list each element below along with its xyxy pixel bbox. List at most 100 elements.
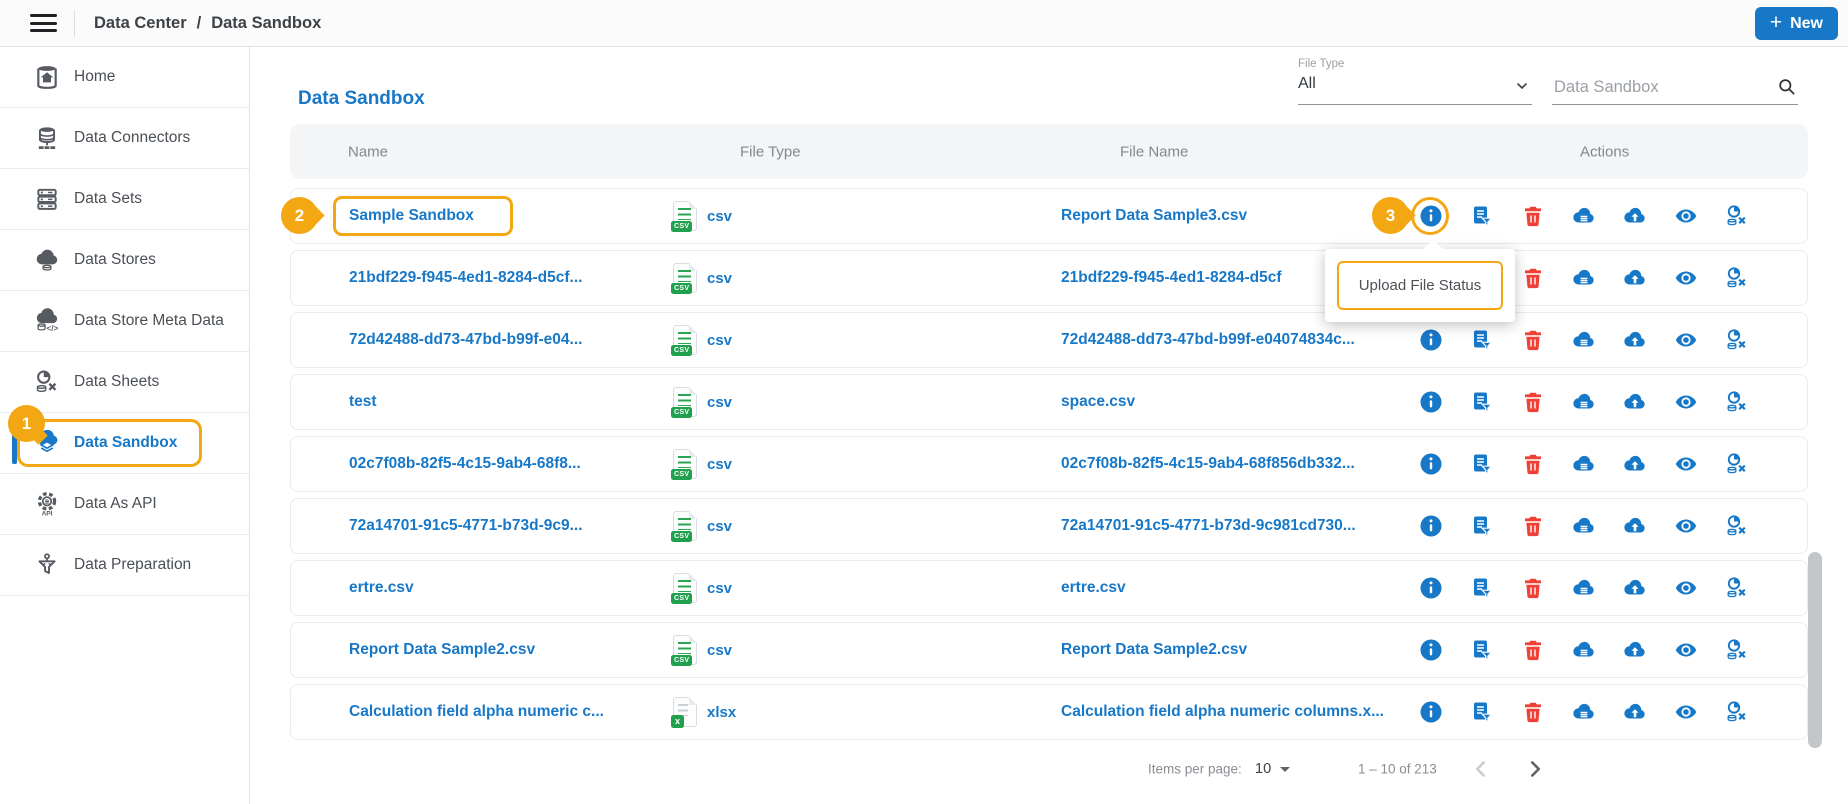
table-header: Name File Type File Name Actions	[290, 124, 1808, 179]
next-page-button[interactable]	[1522, 756, 1548, 782]
source-file-link[interactable]: Report Data Sample2.csv	[1061, 641, 1247, 659]
file-name-link[interactable]: 72d42488-dd73-47bd-b99f-e04...	[349, 331, 582, 349]
source-file-link[interactable]: ertre.csv	[1061, 579, 1126, 597]
view-icon[interactable]	[1674, 638, 1698, 662]
file-log-icon[interactable]	[1470, 638, 1494, 662]
data-store-icon[interactable]	[1572, 390, 1596, 414]
delete-icon[interactable]	[1521, 514, 1545, 538]
file-name-link[interactable]: 02c7f08b-82f5-4c15-9ab4-68f8...	[349, 455, 581, 473]
data-store-icon[interactable]	[1572, 266, 1596, 290]
upload-icon[interactable]	[1623, 514, 1647, 538]
data-sheet-icon[interactable]	[1725, 452, 1749, 476]
view-icon[interactable]	[1674, 700, 1698, 724]
file-log-icon[interactable]	[1470, 390, 1494, 414]
info-icon[interactable]	[1419, 576, 1443, 600]
file-name-link[interactable]: ertre.csv	[349, 579, 414, 597]
sidebar-item-data-preparation[interactable]: Data Preparation	[0, 535, 249, 596]
delete-icon[interactable]	[1521, 452, 1545, 476]
delete-icon[interactable]	[1521, 328, 1545, 352]
data-store-icon[interactable]	[1572, 576, 1596, 600]
data-sheet-icon[interactable]	[1725, 390, 1749, 414]
file-type-select[interactable]: File Type All	[1298, 55, 1532, 105]
file-log-icon[interactable]	[1470, 514, 1494, 538]
table-row: Report Data Sample2.csv CSV csv Report D…	[290, 622, 1808, 678]
file-log-icon[interactable]	[1470, 576, 1494, 600]
delete-icon[interactable]	[1521, 700, 1545, 724]
scrollbar-thumb[interactable]	[1808, 552, 1822, 748]
sidebar-item-home[interactable]: Home	[0, 47, 249, 108]
upload-icon[interactable]	[1623, 328, 1647, 352]
upload-icon[interactable]	[1623, 576, 1647, 600]
source-file-link[interactable]: 72a14701-91c5-4771-b73d-9c981cd730...	[1061, 517, 1356, 535]
file-name-link[interactable]: Calculation field alpha numeric c...	[349, 703, 604, 721]
info-icon[interactable]	[1419, 514, 1443, 538]
view-icon[interactable]	[1674, 390, 1698, 414]
file-log-icon[interactable]	[1470, 452, 1494, 476]
search-icon[interactable]	[1777, 77, 1796, 96]
file-name-link[interactable]: 21bdf229-f945-4ed1-8284-d5cf...	[349, 269, 582, 287]
previous-page-button[interactable]	[1468, 756, 1494, 782]
data-store-icon[interactable]	[1572, 700, 1596, 724]
info-icon[interactable]	[1419, 638, 1443, 662]
data-sheet-icon[interactable]	[1725, 700, 1749, 724]
hamburger-menu-icon[interactable]	[30, 10, 57, 37]
file-name-link[interactable]: 72a14701-91c5-4771-b73d-9c9...	[349, 517, 583, 535]
data-store-icon[interactable]	[1572, 328, 1596, 352]
source-file-link[interactable]: 72d42488-dd73-47bd-b99f-e04074834c...	[1061, 331, 1355, 349]
file-log-icon[interactable]	[1470, 328, 1494, 352]
upload-icon[interactable]	[1623, 700, 1647, 724]
info-icon[interactable]	[1419, 204, 1443, 228]
view-icon[interactable]	[1674, 328, 1698, 352]
upload-icon[interactable]	[1623, 390, 1647, 414]
sidebar-item-data-connectors[interactable]: Data Connectors	[0, 108, 249, 169]
file-log-icon[interactable]	[1470, 700, 1494, 724]
source-file-link[interactable]: 21bdf229-f945-4ed1-8284-d5cf	[1061, 269, 1282, 287]
upload-icon[interactable]	[1623, 266, 1647, 290]
delete-icon[interactable]	[1521, 638, 1545, 662]
file-type-label: csv	[707, 269, 733, 287]
sidebar-item-data-as-api[interactable]: API Data As API	[0, 474, 249, 535]
sidebar-item-data-sets[interactable]: Data Sets	[0, 169, 249, 230]
new-button[interactable]: + New	[1754, 7, 1838, 40]
data-sheet-icon[interactable]	[1725, 266, 1749, 290]
sidebar-item-data-sheets[interactable]: Data Sheets	[0, 352, 249, 413]
file-name-link[interactable]: Report Data Sample2.csv	[349, 641, 535, 659]
view-icon[interactable]	[1674, 452, 1698, 476]
view-icon[interactable]	[1674, 266, 1698, 290]
info-icon[interactable]	[1419, 452, 1443, 476]
upload-icon[interactable]	[1623, 452, 1647, 476]
data-sheet-icon[interactable]	[1725, 204, 1749, 228]
delete-icon[interactable]	[1521, 204, 1545, 228]
items-per-page-select[interactable]: 10	[1255, 761, 1291, 777]
data-sheet-icon[interactable]	[1725, 576, 1749, 600]
delete-icon[interactable]	[1521, 390, 1545, 414]
search-input[interactable]	[1552, 77, 1757, 98]
info-icon[interactable]	[1419, 390, 1443, 414]
sidebar-item-data-stores[interactable]: Data Stores	[0, 230, 249, 291]
view-icon[interactable]	[1674, 514, 1698, 538]
view-icon[interactable]	[1674, 204, 1698, 228]
data-sheet-icon[interactable]	[1725, 514, 1749, 538]
data-sheet-icon[interactable]	[1725, 638, 1749, 662]
file-name-link[interactable]: Sample Sandbox	[349, 207, 474, 225]
delete-icon[interactable]	[1521, 266, 1545, 290]
sidebar-item-data-store-meta-data[interactable]: </> Data Store Meta Data	[0, 291, 249, 352]
breadcrumb-item-data-center[interactable]: Data Center	[94, 14, 187, 33]
file-name-link[interactable]: test	[349, 393, 377, 411]
data-store-icon[interactable]	[1572, 204, 1596, 228]
data-store-icon[interactable]	[1572, 638, 1596, 662]
delete-icon[interactable]	[1521, 576, 1545, 600]
upload-icon[interactable]	[1623, 638, 1647, 662]
data-sheet-icon[interactable]	[1725, 328, 1749, 352]
data-store-icon[interactable]	[1572, 452, 1596, 476]
data-store-icon[interactable]	[1572, 514, 1596, 538]
info-icon[interactable]	[1419, 328, 1443, 352]
source-file-link[interactable]: space.csv	[1061, 393, 1135, 411]
source-file-link[interactable]: 02c7f08b-82f5-4c15-9ab4-68f856db332...	[1061, 455, 1355, 473]
file-log-icon[interactable]	[1470, 204, 1494, 228]
view-icon[interactable]	[1674, 576, 1698, 600]
info-icon[interactable]	[1419, 700, 1443, 724]
upload-icon[interactable]	[1623, 204, 1647, 228]
source-file-link[interactable]: Calculation field alpha numeric columns.…	[1061, 703, 1384, 721]
source-file-link[interactable]: Report Data Sample3.csv	[1061, 207, 1247, 225]
